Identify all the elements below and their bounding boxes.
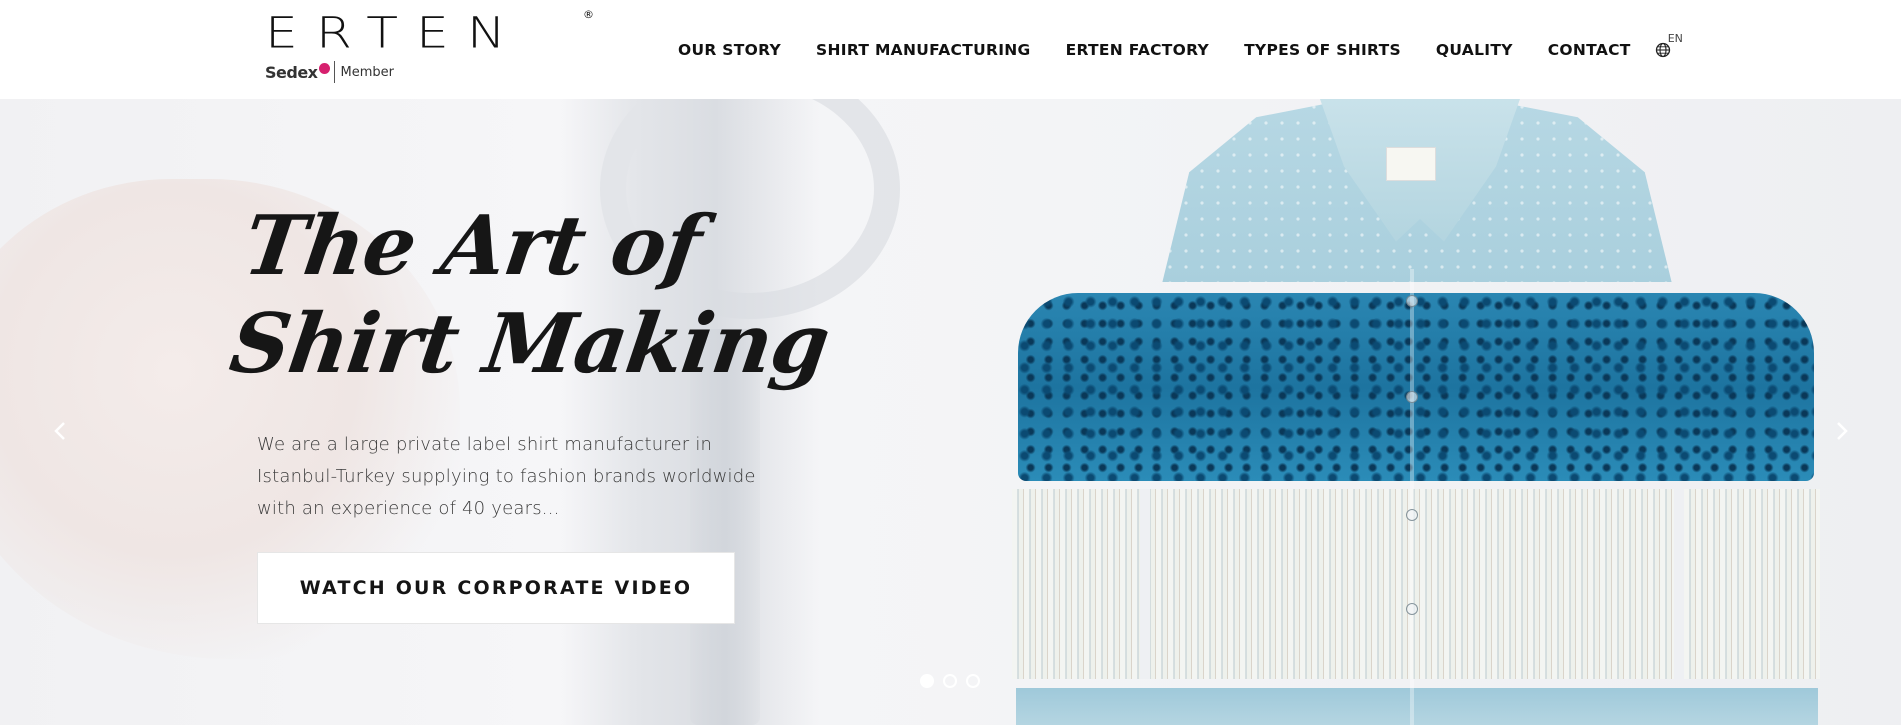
shirt-band-paisley xyxy=(1018,293,1814,481)
nav-types-of-shirts[interactable]: TYPES OF SHIRTS xyxy=(1244,41,1401,59)
sedex-dot-icon xyxy=(318,62,330,74)
slider-dot-3[interactable] xyxy=(966,674,980,688)
shirt-sleeve-gap-right xyxy=(1674,489,1684,679)
slider-pagination xyxy=(920,674,980,688)
nav-our-story[interactable]: OUR STORY xyxy=(678,41,781,59)
hero-headline: The Art of Shirt Making xyxy=(224,197,835,393)
slider-next-button[interactable] xyxy=(1830,419,1854,443)
shirt-button-icon xyxy=(1406,509,1418,521)
site-header: ERTEN ® Sedex Member OUR STORY SHIRT MAN… xyxy=(0,0,1901,99)
shirt-button-icon xyxy=(1406,295,1418,307)
sedex-member-badge: Sedex Member xyxy=(265,60,394,84)
shirt-sleeve-gap-left xyxy=(1140,489,1150,679)
chevron-right-icon xyxy=(1837,422,1848,440)
main-navigation: OUR STORY SHIRT MANUFACTURING ERTEN FACT… xyxy=(678,32,1685,62)
sedex-member-label: Member xyxy=(340,64,394,80)
language-label: EN xyxy=(1667,32,1683,45)
watch-corporate-video-button[interactable]: WATCH OUR CORPORATE VIDEO xyxy=(257,552,735,624)
nav-shirt-manufacturing[interactable]: SHIRT MANUFACTURING xyxy=(816,41,1031,59)
shirt-label xyxy=(1386,147,1436,181)
language-selector[interactable]: EN xyxy=(1655,32,1685,62)
chevron-left-icon xyxy=(54,422,65,440)
sedex-divider xyxy=(333,61,335,83)
hero-subtitle: We are a large private label shirt manuf… xyxy=(257,434,756,519)
shirt-button-icon xyxy=(1406,391,1418,403)
logo-wordmark: ERTEN xyxy=(265,8,524,58)
shirt-collage-image xyxy=(1010,99,1830,725)
slider-dot-2[interactable] xyxy=(943,674,957,688)
nav-quality[interactable]: QUALITY xyxy=(1436,41,1513,59)
hero-headline-line-2: Shirt Making xyxy=(224,296,835,392)
nav-erten-factory[interactable]: ERTEN FACTORY xyxy=(1066,41,1210,59)
slider-dot-1[interactable] xyxy=(920,674,934,688)
shirt-band-light-blue xyxy=(1016,688,1818,725)
hero-headline-line-1: The Art of xyxy=(238,198,707,294)
erten-logo[interactable]: ERTEN ® Sedex Member xyxy=(265,8,595,88)
registered-mark: ® xyxy=(583,8,594,21)
sedex-wordmark: Sedex xyxy=(265,62,318,82)
nav-contact[interactable]: CONTACT xyxy=(1548,41,1631,59)
shirt-placket xyxy=(1410,269,1414,725)
shirt-button-icon xyxy=(1406,603,1418,615)
hero-slider: The Art of Shirt Making We are a large p… xyxy=(0,99,1901,725)
slider-prev-button[interactable] xyxy=(48,419,72,443)
